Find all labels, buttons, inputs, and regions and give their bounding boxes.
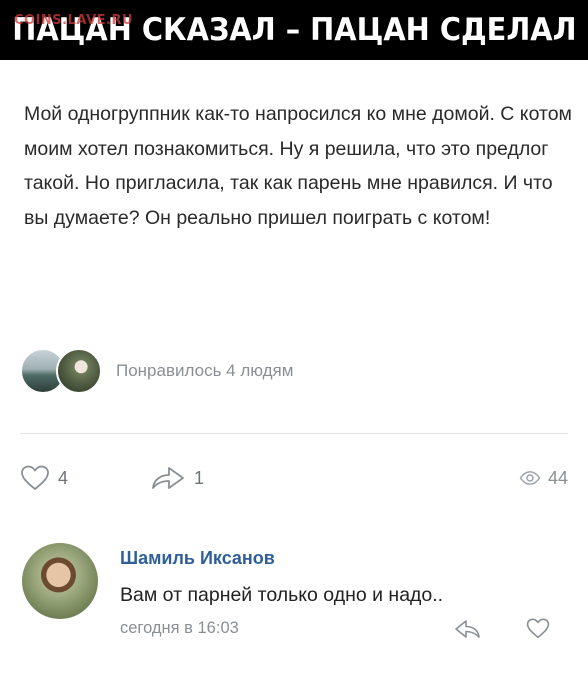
- comment-author[interactable]: Шамиль Иксанов: [120, 548, 275, 569]
- share-arrow-icon: [152, 467, 184, 489]
- liker-avatar[interactable]: [56, 348, 102, 394]
- avatar[interactable]: [22, 543, 98, 619]
- comment-text: Вам от парней только одно и надо..: [120, 584, 444, 606]
- banner: ПАЦАН СКАЗАЛ – ПАЦАН СДЕЛАЛ: [0, 0, 588, 60]
- like-count: 4: [58, 467, 69, 488]
- divider: [20, 433, 568, 434]
- reply-button[interactable]: [454, 618, 482, 645]
- like-button[interactable]: 4: [20, 465, 150, 491]
- eye-icon: [519, 471, 541, 485]
- share-count: 1: [194, 467, 205, 488]
- heart-icon: [21, 465, 49, 490]
- heart-icon: [526, 618, 550, 639]
- comment-like-button[interactable]: [526, 618, 550, 644]
- post-actions: 4 1 44: [20, 458, 568, 498]
- views-count: 44: [547, 467, 568, 488]
- post-text: Мой одногруппник как-то напросился ко мн…: [24, 103, 572, 229]
- views-counter: 44: [519, 468, 568, 489]
- comment-timestamp: сегодня в 16:03: [120, 619, 239, 637]
- reply-arrow-icon: [455, 620, 480, 638]
- likes-summary[interactable]: Понравилось 4 людям: [20, 347, 293, 395]
- watermark: COINS.LAVE.RU: [14, 13, 134, 28]
- likes-text[interactable]: Понравилось 4 людям: [116, 361, 293, 381]
- share-button[interactable]: 1: [150, 465, 310, 491]
